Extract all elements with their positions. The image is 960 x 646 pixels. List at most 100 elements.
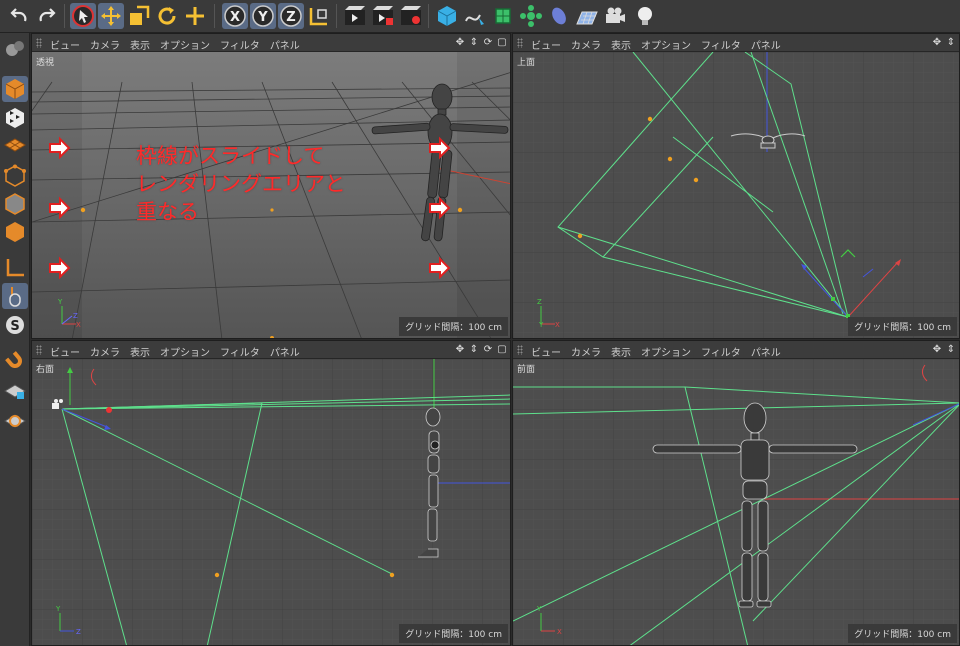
maximize-icon[interactable]: ▢ [496,36,508,48]
svg-text:Z: Z [76,628,81,636]
annotation-text: 枠線がスライドして レンダリングエリアと 重なる [136,144,346,224]
camera-icon[interactable] [602,3,628,29]
zoom-icon[interactable]: ⇕ [945,36,957,48]
menu-panel[interactable]: パネル [751,41,781,52]
svg-text:Z: Z [73,312,78,320]
svg-text:Z: Z [286,10,295,25]
zoom-icon[interactable]: ⇕ [468,36,480,48]
floor-icon[interactable] [574,3,600,29]
light-icon[interactable] [632,3,658,29]
subdivision-icon[interactable] [490,3,516,29]
render-picture-viewer-icon[interactable] [370,3,396,29]
viewport-label: 前面 [517,365,536,375]
rotate-icon[interactable] [154,3,180,29]
deformer-icon[interactable] [546,3,572,29]
maximize-icon[interactable]: ▢ [496,343,508,355]
viewport-menu-bar: ビュー カメラ 表示 オプション フィルタ パネル ✥ ⇕ ⟳ ▢ [32,34,510,52]
polygons-mode-icon[interactable] [2,219,28,245]
menu-display[interactable]: 表示 [611,41,631,52]
menu-filter[interactable]: フィルタ [701,41,741,52]
y-axis-lock[interactable]: Y [250,3,276,29]
viewport-label: 透視 [36,58,55,68]
viewport-menu-bar: ビュー カメラ 表示 オプション フィルタ パネル ✥ ⇕ ⟳ ▢ [32,341,510,359]
move-crosshair-icon[interactable] [182,3,208,29]
menu-display[interactable]: 表示 [611,348,631,359]
menu-filter[interactable]: フィルタ [701,348,741,359]
mode-toolbar: S [0,33,30,646]
undo-icon[interactable] [6,3,32,29]
svg-text:X: X [557,628,562,636]
menu-view[interactable]: ビュー [531,348,561,359]
pan-icon[interactable]: ✥ [931,36,943,48]
svg-text:Z: Z [537,298,542,306]
move-icon[interactable] [98,3,124,29]
menu-panel[interactable]: パネル [751,348,781,359]
svg-text:Y: Y [257,10,268,25]
x-axis-lock[interactable]: X [222,3,248,29]
viewport-menu-bar: ビュー カメラ 表示 オプション フィルタ パネル ✥ ⇕ [513,34,959,52]
redo-icon[interactable] [34,3,60,29]
zoom-icon[interactable]: ⇕ [945,343,957,355]
pan-icon[interactable]: ✥ [454,36,466,48]
workplane-mode-icon[interactable] [2,133,28,159]
menu-display[interactable]: 表示 [130,41,150,52]
select-arrow-icon[interactable] [70,3,96,29]
zoom-icon[interactable]: ⇕ [468,343,480,355]
edges-mode-icon[interactable] [2,191,28,217]
workplane-snap-icon[interactable] [2,408,28,434]
viewport-top[interactable]: ビュー カメラ 表示 オプション フィルタ パネル ✥ ⇕ Z X Y 上面 グ… [512,33,960,339]
viewport-right[interactable]: ビュー カメラ 表示 オプション フィルタ パネル ✥ ⇕ ⟳ ▢ Y Z 右面… [31,340,511,646]
svg-text:X: X [76,321,81,329]
menu-camera[interactable]: カメラ [90,348,120,359]
menu-filter[interactable]: フィルタ [220,41,260,52]
grid-spacing-label: グリッド間隔：100 cm [399,624,508,643]
top-scene: Z X Y [513,52,959,338]
axis-mode-icon[interactable] [2,255,28,281]
svg-text:Y: Y [536,605,542,613]
menu-panel[interactable]: パネル [270,348,300,359]
menu-camera[interactable]: カメラ [571,348,601,359]
pan-icon[interactable]: ✥ [454,343,466,355]
model-mode-icon[interactable] [2,76,28,102]
texture-mode-icon[interactable] [2,105,28,131]
cube-icon[interactable] [434,3,460,29]
menu-options[interactable]: オプション [160,41,210,52]
menu-view[interactable]: ビュー [50,41,80,52]
menu-view[interactable]: ビュー [50,348,80,359]
menu-options[interactable]: オプション [160,348,210,359]
solo-icon[interactable]: S [2,312,28,338]
scale-icon[interactable] [126,3,152,29]
points-mode-icon[interactable] [2,163,28,189]
render-view-icon[interactable] [342,3,368,29]
layout-icon[interactable] [2,36,28,62]
viewport-menu-bar: ビュー カメラ 表示 オプション フィルタ パネル ✥ ⇕ [513,341,959,359]
menu-filter[interactable]: フィルタ [220,348,260,359]
render-settings-icon[interactable] [398,3,424,29]
menu-camera[interactable]: カメラ [90,41,120,52]
z-axis-lock[interactable]: Z [278,3,304,29]
array-icon[interactable] [518,3,544,29]
menu-options[interactable]: オプション [641,348,691,359]
svg-text:X: X [555,321,560,329]
pan-icon[interactable]: ✥ [931,343,943,355]
menu-panel[interactable]: パネル [270,41,300,52]
svg-text:Y: Y [55,605,61,613]
coordinate-system-icon[interactable] [306,3,332,29]
svg-text:Y: Y [538,321,544,329]
front-scene: Y X [513,359,959,645]
menu-camera[interactable]: カメラ [571,41,601,52]
grid-spacing-label: グリッド間隔：100 cm [399,317,508,336]
main-toolbar: X Y Z [0,0,960,33]
menu-view[interactable]: ビュー [531,41,561,52]
viewport-label: 右面 [36,365,55,375]
menu-display[interactable]: 表示 [130,348,150,359]
menu-options[interactable]: オプション [641,41,691,52]
lock-workplane-icon[interactable] [2,378,28,404]
orbit-icon[interactable]: ⟳ [482,36,494,48]
viewport-front[interactable]: ビュー カメラ 表示 オプション フィルタ パネル ✥ ⇕ Y X 前面 グリッ… [512,340,960,646]
orbit-icon[interactable]: ⟳ [482,343,494,355]
grid-spacing-label: グリッド間隔：100 cm [848,317,957,336]
tweak-mode-icon[interactable] [2,283,28,309]
spline-pen-icon[interactable] [462,3,488,29]
snap-icon[interactable] [2,348,28,374]
